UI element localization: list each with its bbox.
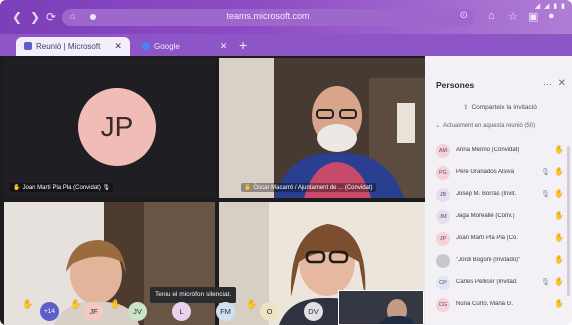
participant-name: ✋ Òscar Macarró / Ajuntament de ... (Conv… bbox=[241, 183, 376, 192]
close-panel-button[interactable]: ✕ bbox=[558, 78, 566, 89]
mic-off-icon: 🎙 bbox=[541, 191, 550, 198]
hand-raised-icon: ✋ bbox=[244, 185, 252, 191]
participant-name: Jaga Moreallé (Conv.) bbox=[456, 213, 515, 219]
participant-row[interactable]: PG Pere Granados Alsiva 🎙 ✋ bbox=[436, 166, 568, 183]
participant-avatar: JP bbox=[436, 232, 450, 246]
favorites-icon[interactable]: ☆ bbox=[508, 10, 518, 23]
hand-raised-icon: ✋ bbox=[554, 299, 564, 308]
participant-row[interactable]: "Jordi Bogoni (Invitado)" ✋ bbox=[436, 254, 568, 271]
mic-off-icon: 🎙 bbox=[541, 169, 550, 176]
self-video bbox=[339, 291, 423, 324]
participant-avatar: JB bbox=[436, 188, 450, 202]
close-tab-icon[interactable]: ✕ bbox=[220, 41, 228, 51]
participant-row[interactable]: JM Jaga Moreallé (Conv.) ✋ bbox=[436, 210, 568, 227]
device-status-bar: ◢ ◢ ▮ ▮ bbox=[534, 3, 566, 10]
hand-raised-icon: ✋ bbox=[110, 299, 122, 309]
hand-raised-icon: ✋ bbox=[13, 185, 21, 191]
overflow-count[interactable]: +14 bbox=[40, 302, 59, 321]
tab-label: Reunió | Microsoft bbox=[36, 42, 101, 51]
video-grid: JP ✋Joan Martí Pla Pla (Convidat) 🎙 ✋Ò bbox=[0, 56, 425, 325]
back-icon[interactable]: ❮ bbox=[12, 10, 22, 24]
participant-name: "Jordi Bogoni (Invitado)" bbox=[456, 257, 521, 263]
address-bar[interactable]: ⌂ teams.microsoft.com ⊙ bbox=[62, 9, 474, 26]
participant-row[interactable]: AM Anna Merino (Convidat) ✋ bbox=[436, 144, 568, 161]
share-icon: ⇪ bbox=[463, 104, 469, 111]
in-meeting-section-header[interactable]: ⌄ Actualment en aquesta reunió (50) bbox=[435, 122, 535, 129]
participant-name: Carles Pellicer (Invitad. bbox=[456, 279, 518, 285]
participant-name-text: Joan Martí Pla Pla (Convidat) bbox=[22, 185, 101, 191]
chevron-down-icon: ⌄ bbox=[435, 123, 441, 129]
address-url: teams.microsoft.com bbox=[226, 11, 310, 21]
avatar: JP bbox=[78, 88, 156, 166]
participant-avatar: CP bbox=[436, 276, 450, 290]
hand-raised-icon: ✋ bbox=[554, 211, 564, 220]
participant-tile[interactable]: JP ✋ Joan Martí Pla Pla (Convidat) 🎙 bbox=[4, 58, 215, 198]
more-options-icon[interactable]: ··· bbox=[543, 79, 552, 89]
participant-avatar: JM bbox=[436, 210, 450, 224]
participant-row[interactable]: CP Carles Pellicer (Invitad. 🎙 ✋ bbox=[436, 276, 568, 293]
tab-strip: Reunió | Microsoft ✕ Google ✕ + bbox=[0, 34, 572, 56]
close-tab-icon[interactable]: ✕ bbox=[114, 41, 122, 51]
participant-name-text: Òscar Macarró / Ajuntament de ... (Convi… bbox=[253, 185, 373, 191]
hand-raised-icon: ✋ bbox=[554, 277, 564, 286]
participant-name: ✋ Joan Martí Pla Pla (Convidat) 🎙 bbox=[10, 183, 114, 192]
participant-video bbox=[219, 58, 425, 198]
participant-name: Pere Granados Alsiva bbox=[456, 169, 515, 175]
hand-raised-icon: ✋ bbox=[554, 233, 564, 242]
participant-avatar: AM bbox=[436, 144, 450, 158]
hand-raised-icon: ✋ bbox=[554, 167, 564, 176]
hand-raised-icon: ✋ bbox=[246, 299, 258, 309]
hand-raised-icon: ✋ bbox=[554, 189, 564, 198]
collections-icon[interactable]: ▣ bbox=[528, 10, 538, 23]
participant-avatar[interactable]: FM bbox=[216, 302, 235, 321]
participant-avatar: CG bbox=[436, 298, 450, 312]
participant-photo-avatar bbox=[436, 254, 450, 268]
mic-off-icon: 🎙 bbox=[102, 185, 111, 191]
panel-scrollbar[interactable] bbox=[567, 146, 570, 296]
profile-icon[interactable]: ● bbox=[548, 10, 555, 22]
participant-avatar[interactable]: DV bbox=[304, 302, 323, 321]
share-invite-label: Comparteix la invitació bbox=[471, 104, 537, 111]
tab-label: Google bbox=[154, 42, 180, 51]
participant-video-tile[interactable]: ✋ Òscar Macarró / Ajuntament de ... (Conv… bbox=[219, 58, 425, 198]
participant-avatar[interactable]: JF bbox=[84, 302, 103, 321]
share-invite-button[interactable]: ⇪ Comparteix la invitació bbox=[463, 103, 537, 111]
tab-google[interactable]: Google ✕ bbox=[134, 37, 235, 56]
hand-raised-icon: ✋ bbox=[554, 255, 564, 264]
mic-off-icon: 🎙 bbox=[541, 279, 550, 286]
hand-raised-icon: ✋ bbox=[70, 299, 82, 309]
participant-name: Núria Curto, Marià G. bbox=[456, 301, 514, 307]
participant-avatar: PG bbox=[436, 166, 450, 180]
new-tab-button[interactable]: + bbox=[239, 37, 247, 53]
participant-avatar[interactable]: L bbox=[172, 302, 191, 321]
hand-raised-icon: ✋ bbox=[554, 145, 564, 154]
extensions-icon[interactable]: ⌂ bbox=[488, 10, 495, 22]
participant-avatar[interactable]: O bbox=[260, 302, 279, 321]
participant-row[interactable]: JB Josep M. Borrás (Invit. 🎙 ✋ bbox=[436, 188, 568, 205]
teams-icon bbox=[24, 42, 32, 50]
people-panel-title: Persones bbox=[436, 80, 475, 90]
refresh-icon[interactable]: ⟳ bbox=[46, 10, 56, 24]
participant-name: Joan Martí Pla Pla (Co. bbox=[456, 235, 519, 241]
tab-teams-meeting[interactable]: Reunió | Microsoft ✕ bbox=[16, 37, 130, 56]
participant-name: Josep M. Borrás (Invit. bbox=[456, 191, 517, 197]
people-panel: Persones ··· ✕ ⇪ Comparteix la invitació … bbox=[425, 56, 572, 325]
self-video-preview[interactable] bbox=[338, 290, 424, 325]
zoom-icon[interactable]: ⊙ bbox=[460, 10, 468, 21]
screen: ❮ ❯ ⟳ ⌂ teams.microsoft.com ⊙ ⌂ ☆ ▣ ● ◢ … bbox=[0, 0, 572, 325]
participant-row[interactable]: JP Joan Martí Pla Pla (Co. ✋ bbox=[436, 232, 568, 249]
participant-row[interactable]: CG Núria Curto, Marià G. ✋ bbox=[436, 298, 568, 315]
participant-avatar[interactable]: JV bbox=[128, 302, 147, 321]
google-icon bbox=[142, 42, 150, 50]
section-label: Actualment en aquesta reunió (50) bbox=[443, 123, 536, 129]
participant-name: Anna Merino (Convidat) bbox=[456, 147, 520, 153]
forward-icon[interactable]: ❯ bbox=[30, 10, 40, 24]
hand-raised-icon: ✋ bbox=[22, 299, 34, 309]
browser-title-bar: ❮ ❯ ⟳ ⌂ teams.microsoft.com ⊙ ⌂ ☆ ▣ ● ◢ … bbox=[0, 0, 572, 34]
